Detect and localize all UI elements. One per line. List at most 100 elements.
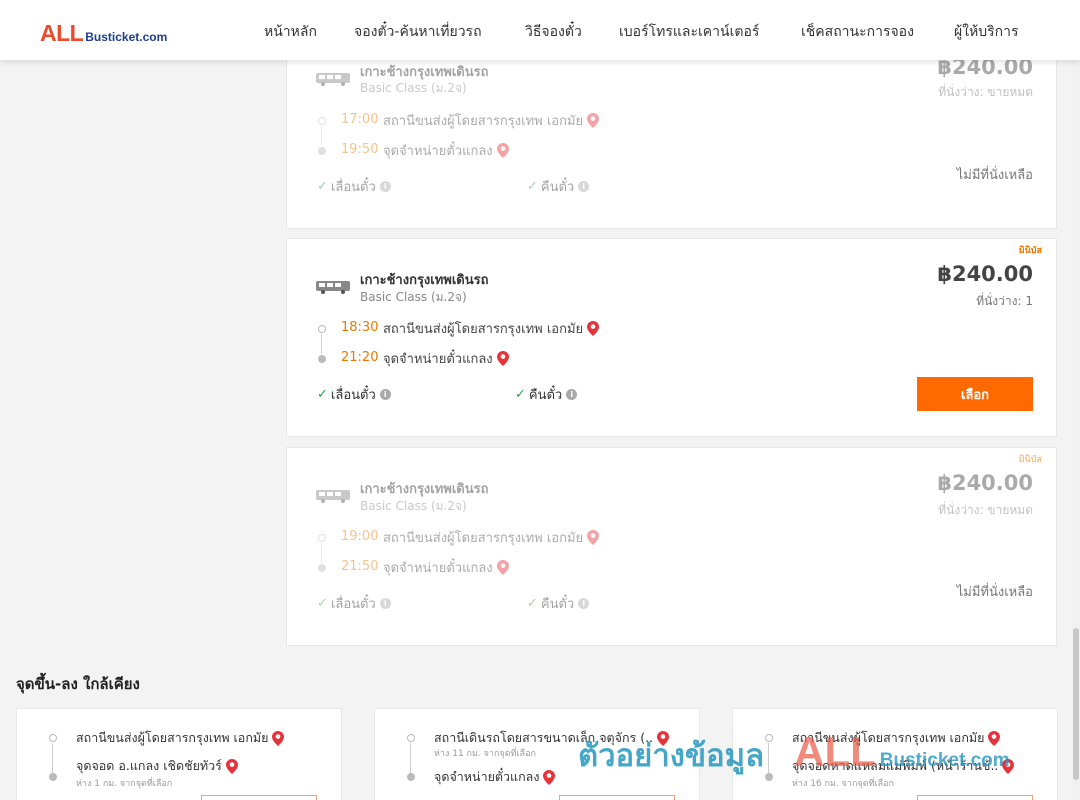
from-distance: ห่าง 11 กม. จากจุดที่เลือก	[434, 749, 536, 759]
feature-label: เลื่อนตั๋ว	[330, 180, 376, 195]
nearby-route-card[interactable]: สถานีขนส่งผู้โดยสารกรุงเทพ เอกมัย จุดจอด…	[732, 708, 1058, 800]
select-trip-button[interactable]: เลือก	[917, 377, 1033, 411]
map-pin-icon[interactable]	[587, 321, 600, 336]
page-scrollbar[interactable]	[1072, 60, 1080, 800]
map-pin-icon[interactable]	[496, 351, 509, 366]
nav-how-to-book[interactable]: วิธีจองตั๋ว	[525, 21, 582, 43]
depart-stop[interactable]: สถานีขนส่งผู้โดยสารกรุงเทพ เอกมัย	[383, 110, 600, 131]
feature-refund-ticket: ✓ คืนตั๋ว i	[527, 176, 590, 197]
trip-card: มินิบัส เกาะช้างกรุงเทพเดินรถ Basic Clas…	[286, 447, 1057, 646]
site-logo[interactable]: ALL Busticket.com	[40, 20, 167, 47]
map-pin-icon[interactable]	[587, 530, 600, 545]
from-dot	[765, 734, 773, 742]
nearby-route-card[interactable]: สถานีขนส่งผู้โดยสารกรุงเทพ เอกมัย จุดจอด…	[16, 708, 342, 800]
arrive-stop-label: จุดจำหน่ายตั๋วแกลง	[383, 561, 493, 576]
from-stop-label: สถานีขนส่งผู้โดยสารกรุงเทพ เอกมัย	[76, 730, 269, 745]
nav-operators[interactable]: ผู้ให้บริการ	[954, 21, 1019, 43]
map-pin-icon[interactable]	[657, 730, 670, 746]
nearby-select-button[interactable]	[201, 795, 317, 800]
from-stop: สถานีขนส่งผู้โดยสารกรุงเทพ เอกมัย	[792, 728, 1001, 748]
map-pin-icon[interactable]	[1002, 758, 1015, 774]
to-dot	[49, 773, 57, 781]
scrollbar-thumb[interactable]	[1073, 628, 1079, 780]
nav-phone-counters[interactable]: เบอร์โทรและเคาน์เตอร์	[619, 21, 759, 43]
timeline-line	[321, 126, 322, 146]
to-stop-label: จุดจำหน่ายตั๋วแกลง	[434, 769, 540, 784]
check-icon: ✓	[515, 387, 526, 402]
arrive-stop[interactable]: จุดจำหน่ายตั๋วแกลง	[383, 348, 509, 369]
seats-available: ที่นั่งว่าง: 1	[976, 294, 1033, 308]
arrive-time: 19:50	[341, 142, 379, 157]
map-pin-icon[interactable]	[272, 730, 285, 746]
timeline-line	[410, 743, 411, 773]
from-stop-label: สถานีขนส่งผู้โดยสารกรุงเทพ เอกมัย	[792, 730, 985, 745]
minibus-badge: มินิบัส	[1018, 455, 1042, 465]
arrive-time: 21:50	[341, 559, 379, 574]
minibus-badge: มินิบัส	[1018, 246, 1042, 256]
to-distance: ห่าง 1 กม. จากจุดที่เลือก	[76, 779, 173, 789]
map-pin-icon[interactable]	[587, 113, 600, 128]
to-dot	[765, 773, 773, 781]
timeline-line	[768, 743, 769, 773]
check-icon: ✓	[317, 387, 328, 402]
info-icon[interactable]: i	[379, 598, 391, 609]
operator-logo-icon	[316, 73, 350, 86]
bus-class: Basic Class (ม.2จ)	[360, 81, 467, 95]
feature-change-ticket: ✓ เลื่อนตั๋ว i	[317, 176, 391, 197]
nearby-select-button[interactable]	[559, 795, 675, 800]
depart-time: 18:30	[341, 320, 379, 335]
from-dot	[49, 734, 57, 742]
info-icon[interactable]: i	[566, 389, 578, 400]
depart-stop[interactable]: สถานีขนส่งผู้โดยสารกรุงเทพ เอกมัย	[383, 527, 600, 548]
arrive-stop[interactable]: จุดจำหน่ายตั๋วแกลง	[383, 140, 509, 161]
to-stop-label: จุดจอดหาดแหลมแม่พิมพ์ (หน้าร้านข้..	[792, 758, 999, 773]
depart-stop-label: สถานีขนส่งผู้โดยสารกรุงเทพ เอกมัย	[383, 322, 584, 337]
info-icon[interactable]: i	[578, 181, 590, 192]
no-seats-text: ไม่มีที่นั่งเหลือ	[956, 585, 1033, 600]
operator-name: เกาะช้างกรุงเทพเดินรถ	[360, 482, 489, 497]
feature-label: คืนตั๋ว	[540, 597, 575, 612]
nav-check-booking[interactable]: เช็คสถานะการจอง	[801, 21, 914, 43]
from-stop-label: สถานีเดินรถโดยสารขนาดเล็ก จตุจักร (..	[434, 730, 654, 745]
nearby-route-card[interactable]: สถานีเดินรถโดยสารขนาดเล็ก จตุจักร (.. ห่…	[374, 708, 700, 800]
arrive-stop-label: จุดจำหน่ายตั๋วแกลง	[383, 352, 493, 367]
depart-time: 19:00	[341, 529, 379, 544]
from-stop: สถานีเดินรถโดยสารขนาดเล็ก จตุจักร (..	[434, 728, 670, 748]
trip-price: ฿240.00	[937, 262, 1033, 286]
nearby-select-button[interactable]	[917, 795, 1033, 800]
operator-name: เกาะช้างกรุงเทพเดินรถ	[360, 273, 489, 288]
map-pin-icon[interactable]	[225, 758, 238, 774]
check-icon: ✓	[527, 596, 538, 611]
depart-dot	[318, 325, 326, 333]
info-icon[interactable]: i	[578, 598, 590, 609]
seats-available: ที่นั่งว่าง: ขายหมด	[938, 503, 1033, 517]
bus-class: Basic Class (ม.2จ)	[360, 290, 467, 304]
operator-logo-icon	[316, 490, 350, 503]
map-pin-icon[interactable]	[988, 730, 1001, 746]
nav-home[interactable]: หน้าหลัก	[264, 21, 317, 43]
depart-dot	[318, 117, 326, 125]
timeline-line	[321, 543, 322, 563]
no-seats-text: ไม่มีที่นั่งเหลือ	[956, 168, 1033, 183]
nav-book-search[interactable]: จองตั๋ว-ค้นหาเที่ยวรถ	[354, 21, 482, 43]
feature-change-ticket: ✓ เลื่อนตั๋ว i	[317, 593, 391, 614]
to-stop: จุดจอด อ.แกลง เชิดชัยทัวร์	[76, 756, 238, 776]
timeline-line	[52, 743, 53, 773]
depart-stop[interactable]: สถานีขนส่งผู้โดยสารกรุงเทพ เอกมัย	[383, 318, 600, 339]
map-pin-icon[interactable]	[496, 143, 509, 158]
feature-label: คืนตั๋ว	[540, 180, 575, 195]
to-distance: ห่าง 16 กม. จากจุดที่เลือก	[792, 779, 894, 789]
nearby-stops-title: จุดขึ้น-ลง ใกล้เคียง	[16, 675, 140, 693]
arrive-stop[interactable]: จุดจำหน่ายตั๋วแกลง	[383, 557, 509, 578]
info-icon[interactable]: i	[379, 389, 391, 400]
site-header: ALL Busticket.com หน้าหลัก จองตั๋ว-ค้นหา…	[0, 0, 1080, 60]
info-icon[interactable]: i	[379, 181, 391, 192]
map-pin-icon[interactable]	[496, 560, 509, 575]
check-icon: ✓	[527, 179, 538, 194]
map-pin-icon[interactable]	[543, 769, 556, 785]
feature-refund-ticket: ✓ คืนตั๋ว i	[515, 384, 578, 405]
arrive-stop-label: จุดจำหน่ายตั๋วแกลง	[383, 144, 493, 159]
feature-label: เลื่อนตั๋ว	[330, 597, 376, 612]
to-dot	[407, 773, 415, 781]
seats-available: ที่นั่งว่าง: ขายหมด	[938, 85, 1033, 99]
